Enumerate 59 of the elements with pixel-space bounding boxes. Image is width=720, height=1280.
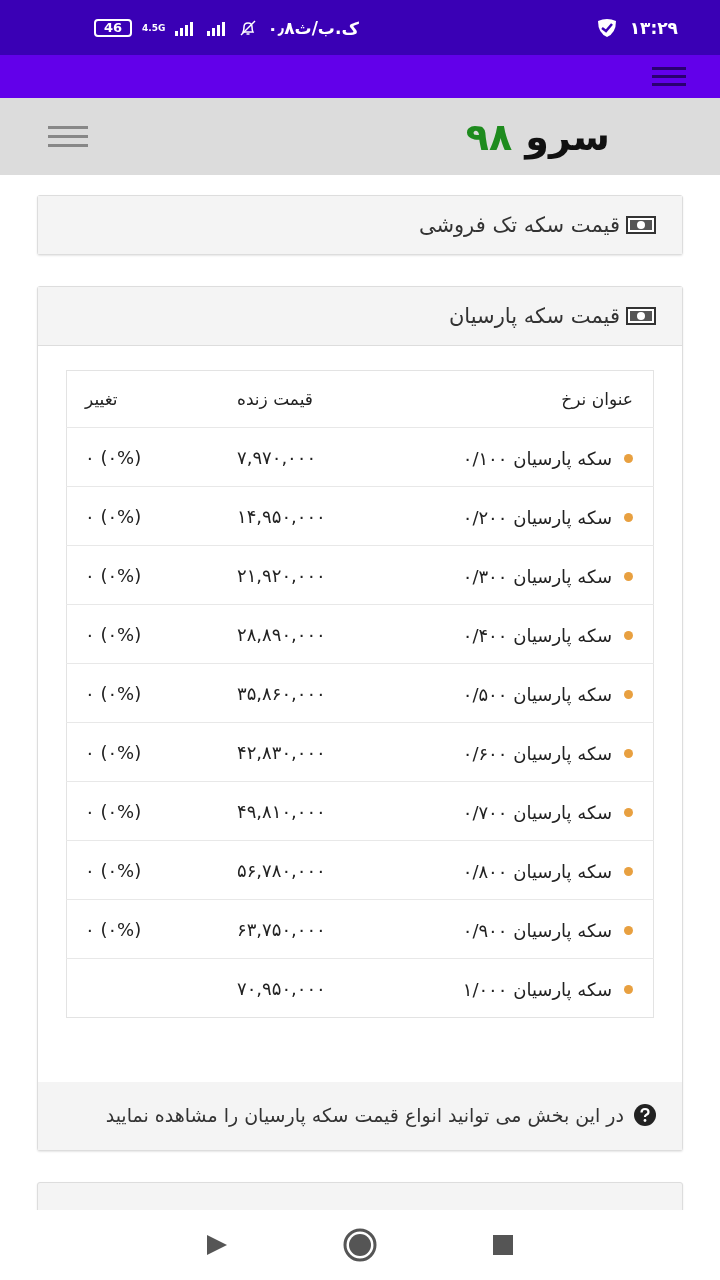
bullet-dot [624, 689, 633, 699]
coin-name: سکه پارسیان ۰/۹۰۰ [462, 919, 612, 941]
change-value: ۰ (۰%) [85, 918, 142, 940]
price-value: ۲۱,۹۲۰,۰۰۰ [237, 564, 326, 586]
price-value: ۷۰,۹۵۰,۰۰۰ [237, 977, 326, 999]
price-value: ۲۸,۸۹۰,۰۰۰ [237, 623, 326, 645]
change-value: ۰ (۰%) [85, 741, 142, 763]
change-value: ۰ (۰%) [85, 682, 142, 704]
card-title[interactable]: قیمت سکه تک فروشی [418, 213, 620, 237]
coin-name: سکه پارسیان ۰/۵۰۰ [462, 683, 612, 705]
site-logo[interactable]: سرو ۹۸ [465, 114, 610, 159]
change-value: ۰ (۰%) [85, 564, 142, 586]
bell-off-icon [239, 18, 258, 37]
coin-name: سکه پارسیان ۰/۳۰۰ [462, 565, 612, 587]
price-value: ۴۲,۸۳۰,۰۰۰ [237, 741, 326, 763]
column-header: تغییر [85, 389, 118, 409]
coin-name: سکه پارسیان ۰/۶۰۰ [462, 742, 612, 764]
coin-name: سکه پارسیان ۰/۷۰۰ [462, 801, 612, 823]
card-title[interactable]: قیمت سکه پارسیان [448, 304, 620, 328]
change-value: ۰ (۰%) [85, 859, 142, 881]
price-value: ۷,۹۷۰,۰۰۰ [237, 446, 317, 468]
column-header: قیمت زنده [237, 389, 313, 409]
status-time: ۱۳:۲۹ [629, 17, 678, 38]
help-icon [634, 1104, 656, 1126]
bullet-dot [624, 925, 633, 935]
bullet-dot [624, 453, 633, 463]
banknote-icon [626, 307, 656, 325]
bullet-dot [624, 512, 633, 522]
menu-icon[interactable] [48, 125, 88, 148]
bullet-dot [624, 630, 633, 640]
battery-indicator: 46 [94, 18, 133, 37]
coin-name: سکه پارسیان ۰/۴۰۰ [462, 624, 612, 646]
bullet-dot [624, 807, 633, 817]
column-header: عنوان نرخ [561, 389, 633, 409]
change-value: ۰ (۰%) [85, 446, 142, 468]
coin-name: سکه پارسیان ۰/۲۰۰ [462, 506, 612, 528]
bullet-dot [624, 571, 633, 581]
network-speed: ۰٫۸ک.ب/ث [267, 17, 359, 38]
coin-name: سکه پارسیان ۱/۰۰۰ [462, 978, 612, 1000]
network-type: 4.5G [142, 22, 166, 33]
change-value: ۰ (۰%) [85, 505, 142, 527]
banknote-icon [626, 216, 656, 234]
recents-icon[interactable] [492, 1234, 514, 1256]
price-value: ۳۵,۸۶۰,۰۰۰ [237, 682, 326, 704]
price-value: ۴۹,۸۱۰,۰۰۰ [237, 800, 326, 822]
price-value: ۶۳,۷۵۰,۰۰۰ [237, 918, 326, 940]
bullet-dot [624, 748, 633, 758]
price-value: ۱۴,۹۵۰,۰۰۰ [237, 505, 326, 527]
change-value: ۰ (۰%) [85, 623, 142, 645]
coin-name: سکه پارسیان ۰/۱۰۰ [462, 447, 612, 469]
change-value: ۰ (۰%) [85, 800, 142, 822]
shield-check-icon [595, 17, 618, 38]
bullet-dot [624, 866, 633, 876]
bullet-dot [624, 984, 633, 994]
coin-name: سکه پارسیان ۰/۸۰۰ [462, 860, 612, 882]
home-icon[interactable] [343, 1228, 377, 1262]
note-text: در این بخش می توانید انواع قیمت سکه پارسیان را مشاهده نمایید [105, 1103, 624, 1129]
price-value: ۵۶,۷۸۰,۰۰۰ [237, 859, 326, 881]
back-icon[interactable] [206, 1234, 228, 1256]
